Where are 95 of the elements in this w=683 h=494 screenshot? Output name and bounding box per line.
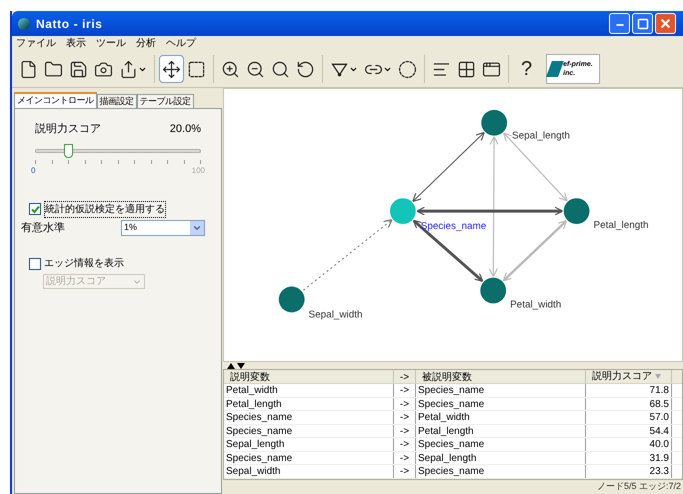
column-header[interactable]: -> <box>394 370 416 383</box>
table-cell: -> <box>394 424 416 437</box>
edge-arrow[interactable] <box>488 136 499 278</box>
node-label: Petal_width <box>510 299 562 310</box>
search-icon <box>271 60 290 78</box>
close-button[interactable] <box>655 13 676 34</box>
menu-item[interactable]: 表示 <box>66 36 86 51</box>
window-icon <box>482 60 501 78</box>
menu-item[interactable]: ファイル <box>16 36 56 51</box>
move-icon <box>162 60 181 78</box>
slider-thumb[interactable] <box>64 144 74 158</box>
logo-mark-icon <box>546 61 564 77</box>
graph-node[interactable] <box>480 278 506 304</box>
slider-label: 説明力スコア <box>35 122 101 137</box>
grid-icon <box>457 60 476 78</box>
column-header[interactable]: 被説明変数 <box>416 370 586 383</box>
table-cell: -> <box>394 438 416 450</box>
graph-node[interactable] <box>481 110 508 136</box>
check-icon <box>30 204 40 214</box>
camera-icon <box>94 60 113 78</box>
maximize-icon <box>636 18 648 30</box>
graph-node[interactable] <box>390 198 416 224</box>
table-cell: Species_name <box>224 411 394 424</box>
status-text: ノード5/5 エッジ:7/2 <box>596 480 681 492</box>
rotate-icon <box>296 60 315 78</box>
table-cell: Sepal_width <box>224 465 394 478</box>
sort-icon <box>655 374 661 379</box>
menu-item[interactable]: ヘルプ <box>166 36 196 51</box>
table-cell: Sepal_length <box>416 452 586 464</box>
close-icon <box>659 17 672 30</box>
significance-select[interactable]: 1% <box>121 220 205 236</box>
checkbox[interactable] <box>29 258 41 270</box>
column-header[interactable]: 説明変数 <box>224 370 394 383</box>
slider-max-label: 100 <box>192 164 205 176</box>
table-cell: Species_name <box>224 452 394 464</box>
checkbox-label[interactable]: 統計的仮説検定を適用する <box>44 200 166 218</box>
table-cell: 57.0 <box>586 411 672 424</box>
field-label: 有意水準 <box>21 220 66 236</box>
table-cell: 71.8 <box>586 384 672 396</box>
column-header[interactable]: 説明力スコア <box>586 370 672 383</box>
menu-item[interactable]: ツール <box>96 36 126 51</box>
table-cell: Petal_length <box>224 398 394 410</box>
table-cell: Species_name <box>416 438 586 450</box>
edge-arrow[interactable] <box>412 132 485 202</box>
graph-node[interactable] <box>564 198 590 224</box>
graph-node[interactable] <box>278 286 305 312</box>
checkbox-label[interactable]: エッジ情報を表示 <box>44 256 124 271</box>
checkbox[interactable] <box>29 203 41 215</box>
table-cell: -> <box>394 465 416 478</box>
column-title: 説明力スコア <box>592 370 652 384</box>
menu-item[interactable]: 分析 <box>136 36 156 51</box>
table-cell: Species_name <box>416 384 586 396</box>
edge-arrow[interactable] <box>503 132 568 202</box>
minimize-button[interactable] <box>609 13 630 34</box>
dashed-circle-icon <box>398 60 417 78</box>
table-cell: 31.9 <box>586 452 672 464</box>
table-cell: Species_name <box>416 398 586 410</box>
table-cell: Petal_length <box>416 424 586 437</box>
table-cell: 68.5 <box>586 398 672 410</box>
table-cell: 40.0 <box>586 438 672 450</box>
table-cell: 54.4 <box>586 424 672 437</box>
table-cell: Petal_width <box>416 411 586 424</box>
zoom-in-icon <box>221 60 240 78</box>
panel-tab[interactable]: メインコントロール <box>14 92 96 108</box>
dashed-square-icon <box>187 60 206 78</box>
node-label: Sepal_width <box>308 309 363 320</box>
panel-tab[interactable]: テーブル設定 <box>136 94 194 108</box>
table-cell: Sepal_length <box>224 438 394 450</box>
table-cell: -> <box>394 384 416 396</box>
dropdown-icon <box>190 220 204 235</box>
folder-icon <box>44 60 63 78</box>
slider-min-label: 0 <box>31 164 36 176</box>
export-icon <box>119 60 138 78</box>
table-cell: Species_name <box>224 424 394 437</box>
maximize-button[interactable] <box>632 13 653 34</box>
window-title: Natto - iris <box>36 16 104 32</box>
table-cell: -> <box>394 411 416 424</box>
slider-value: 20.0% <box>170 122 201 137</box>
table-cell: Petal_width <box>224 384 394 396</box>
node-label: Species_name <box>420 220 486 232</box>
table-cell: -> <box>394 452 416 464</box>
zoom-out-icon <box>246 60 265 78</box>
edge-arrow[interactable] <box>416 206 564 216</box>
table-cell: -> <box>394 398 416 410</box>
move-button[interactable] <box>159 55 184 83</box>
table-cell: 23.3 <box>586 465 672 478</box>
file-icon <box>19 60 38 78</box>
help-button[interactable]: ? <box>513 54 540 84</box>
app-icon <box>18 18 30 30</box>
node-label: Petal_length <box>593 220 649 231</box>
node-label: Sepal_length <box>512 130 570 142</box>
slider[interactable] <box>35 144 201 158</box>
panel-tab[interactable]: 描画設定 <box>96 94 136 108</box>
splitter-arrows-icon[interactable] <box>227 362 245 368</box>
table-cell: Species_name <box>416 465 586 478</box>
